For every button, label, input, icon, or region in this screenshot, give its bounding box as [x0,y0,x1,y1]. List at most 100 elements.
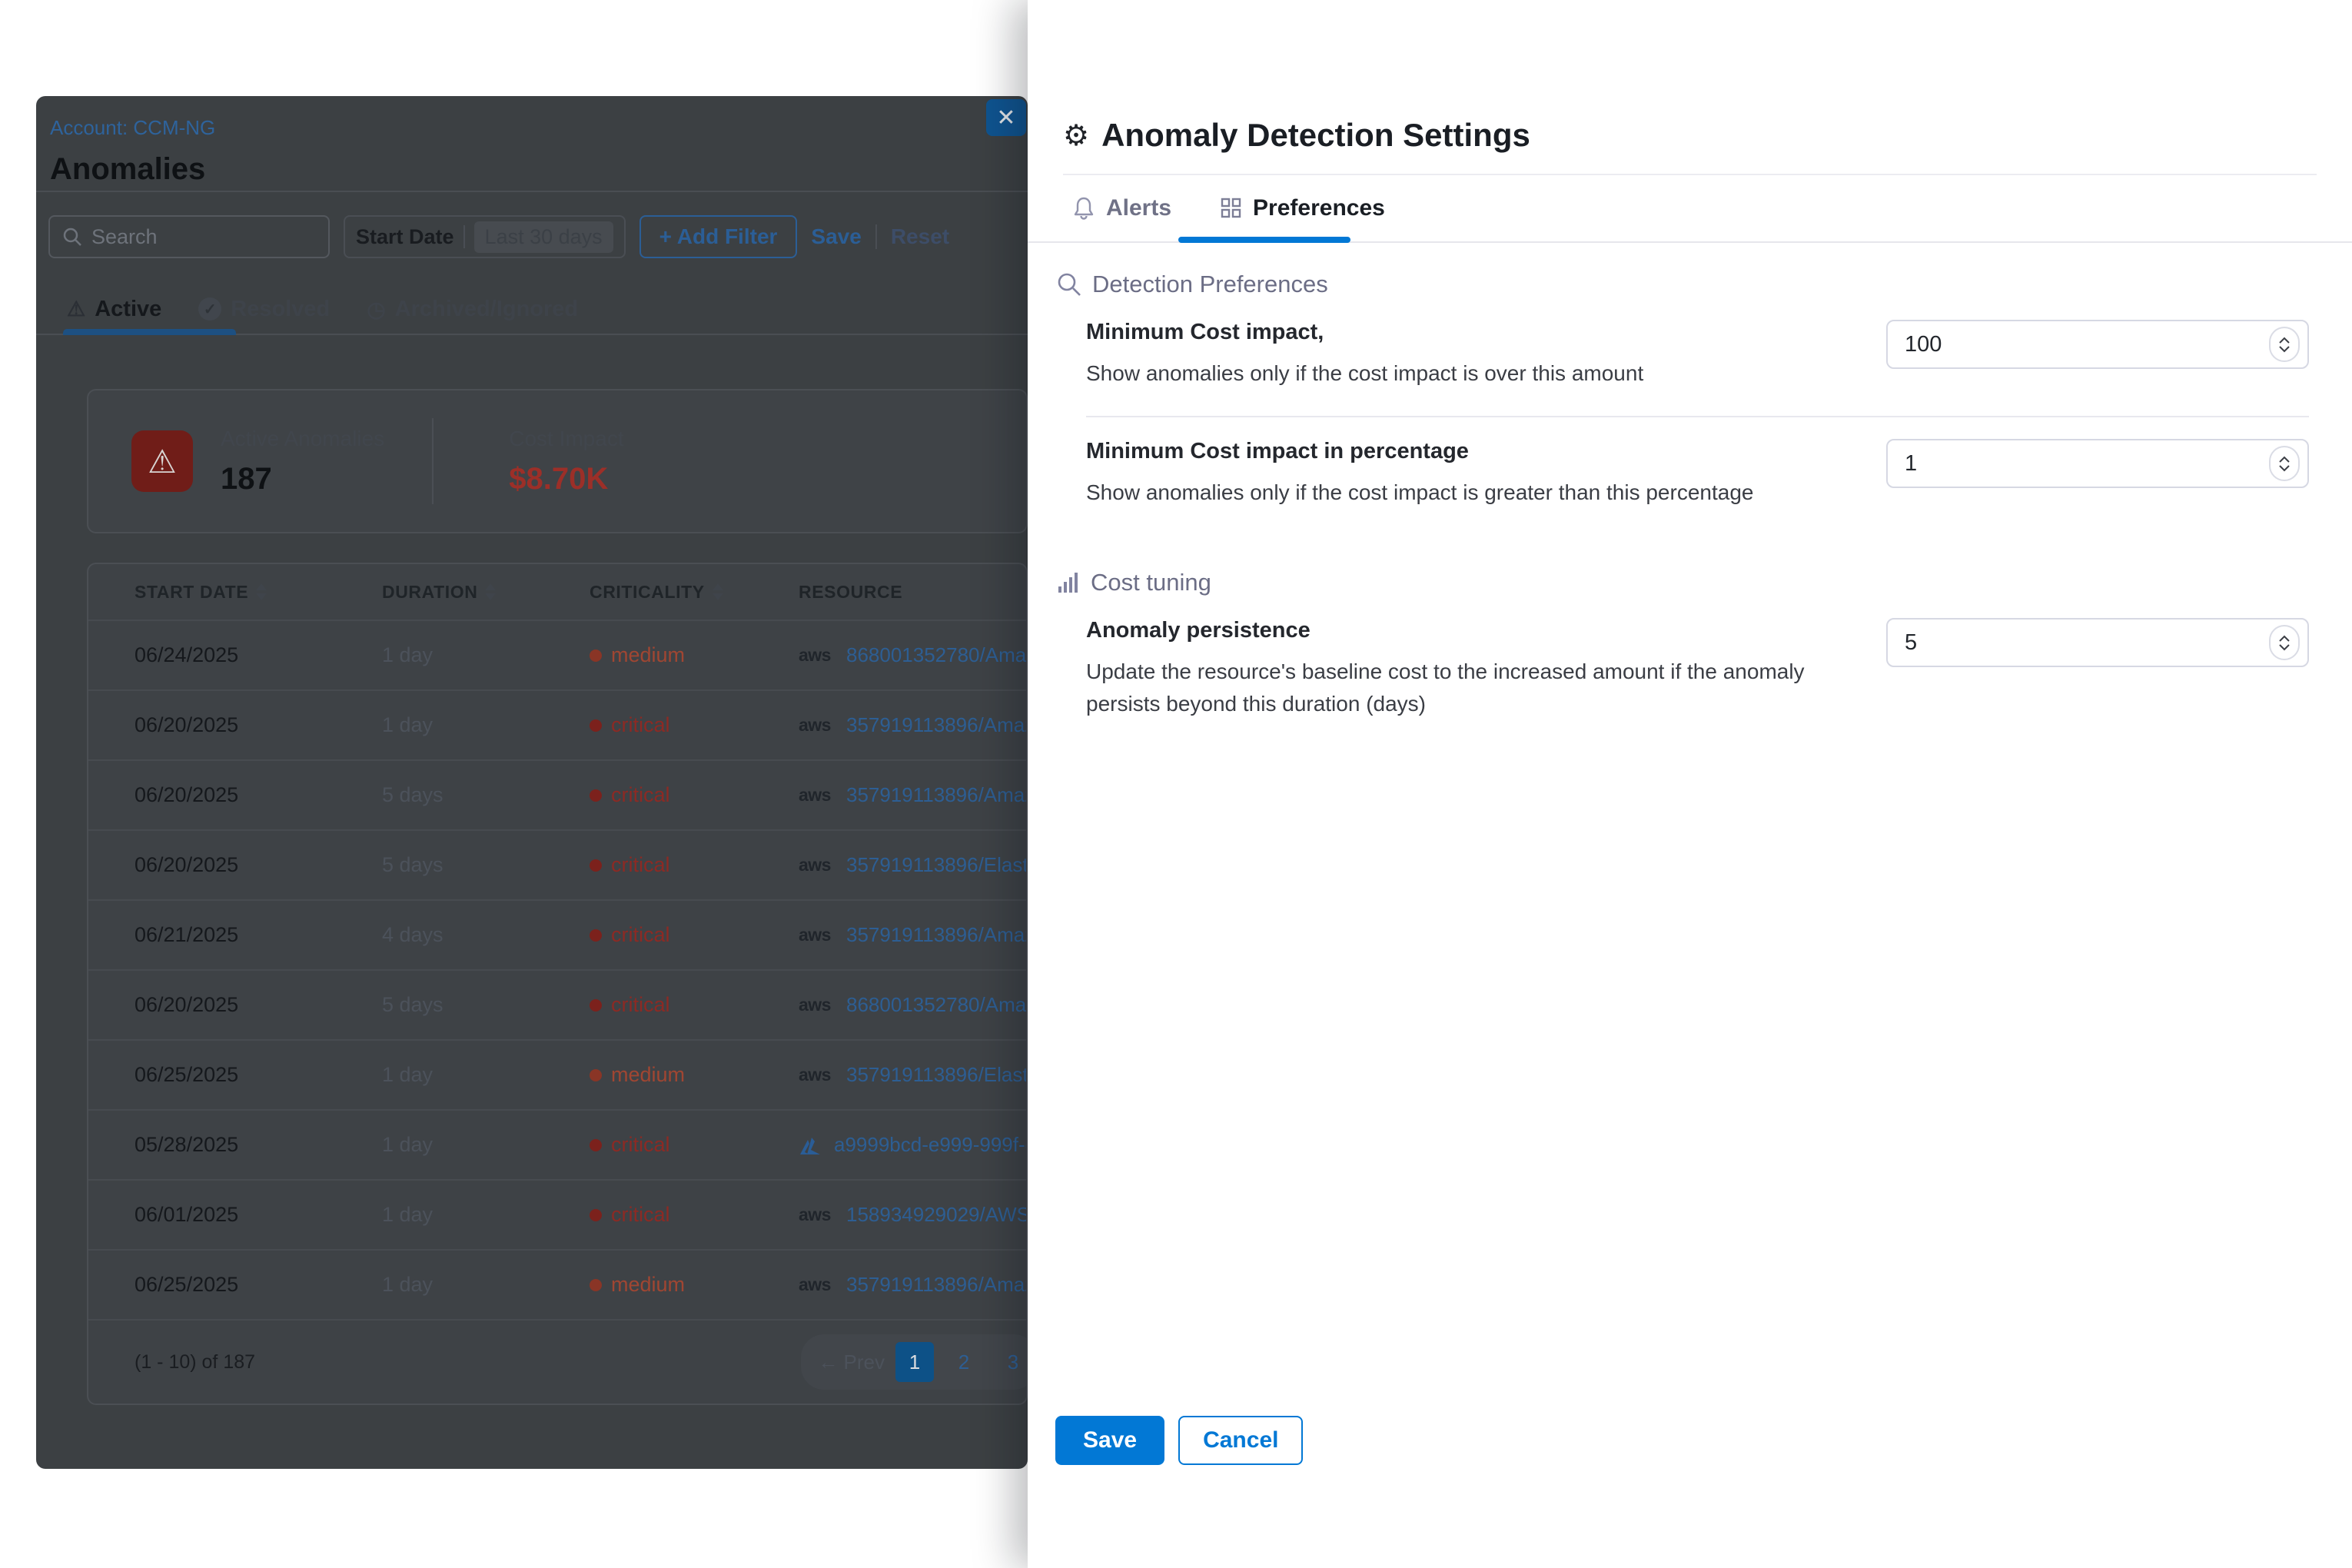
alert-tile-icon: ⚠ [131,430,193,492]
table-row[interactable]: 06/20/2025 5 days critical aws 357919113… [88,829,1026,899]
number-field[interactable] [1888,440,2307,487]
azure-icon [799,1134,822,1157]
settings-tabs: Alerts Preferences [1028,175,2352,243]
cell-start-date: 06/25/2025 [135,1063,382,1087]
setting-description: Update the resource's baseline cost to t… [1086,656,1839,720]
table-row[interactable]: 06/20/2025 5 days critical aws 357919113… [88,759,1026,829]
resource-link[interactable]: 357919113896/Amazon [846,713,1026,737]
setting-label: Minimum Cost impact in percentage [1086,439,1753,464]
criticality-dot [590,1209,602,1221]
number-field[interactable] [1888,620,2307,666]
search-input[interactable] [91,225,316,249]
sort-icon[interactable] [713,583,723,600]
cell-duration: 1 day [382,1203,590,1227]
resource-link[interactable]: a9999bcd-e999-999f-g [834,1133,1026,1157]
add-filter-button[interactable]: + Add Filter [639,215,798,258]
aws-icon: aws [799,715,831,736]
min-cost-impact-percentage-input[interactable] [1886,439,2309,488]
save-button[interactable]: Save [1055,1416,1164,1465]
tab-resolved[interactable]: ✓ Resolved [198,297,330,322]
search-box[interactable] [48,215,330,258]
resource-link[interactable]: 357919113896/Amazon [846,783,1026,807]
active-anomalies-count: 187 [221,462,384,497]
bar-chart-icon [1057,571,1080,594]
number-field[interactable] [1888,321,2307,367]
aws-icon: aws [799,855,831,875]
aws-icon: aws [799,645,831,666]
page-button-3[interactable]: 3 [994,1342,1028,1382]
filter-bar: Start Date Last 30 days + Add Filter Sav… [36,192,1028,278]
sort-icon[interactable] [485,583,496,600]
summary-card: ⚠ Active Anomalies 187 Cost Impact $8.70… [87,389,1028,533]
stepper-control[interactable] [2269,327,2300,362]
column-start-date[interactable]: START DATE [135,582,382,603]
criticality-label: critical [611,1203,670,1227]
page-button-1[interactable]: 1 [895,1342,934,1382]
criticality-label: medium [611,1273,685,1297]
tab-alerts[interactable]: Alerts [1072,195,1171,221]
table-row[interactable]: 06/20/2025 5 days critical aws 868001352… [88,969,1026,1039]
criticality-dot [590,649,602,662]
tab-preferences[interactable]: Preferences [1221,195,1385,221]
cell-resource: aws 158934929029/AWS Co [799,1203,1026,1227]
cost-impact-label: Cost Impact [509,427,623,451]
table-row[interactable]: 06/25/2025 1 day medium aws 357919113896… [88,1249,1026,1319]
divider [432,418,434,504]
resource-link[interactable]: 357919113896/Elastic L [846,853,1026,877]
resource-link[interactable]: 868001352780/Amazon [846,643,1026,667]
cell-start-date: 06/20/2025 [135,783,382,807]
table-row[interactable]: 06/21/2025 4 days critical aws 357919113… [88,899,1026,969]
cell-resource: aws 357919113896/Elastic Lo [799,1063,1026,1087]
column-resource: RESOURCE [799,582,1026,603]
start-date-filter[interactable]: Start Date Last 30 days [344,215,626,258]
anomaly-persistence-input[interactable] [1886,618,2309,667]
tab-label: Active [95,297,161,322]
table-row[interactable]: 05/28/2025 1 day critical a9999bcd-e999-… [88,1109,1026,1179]
section-cost-tuning: Cost tuning [1057,569,2309,596]
cell-duration: 1 day [382,643,590,667]
criticality-dot [590,1279,602,1291]
tab-archived-ignored[interactable]: ◷ Archived/Ignored [367,297,578,322]
prev-page-button[interactable]: ← Prev [818,1350,885,1374]
stepper-control[interactable] [2269,446,2300,481]
account-breadcrumb[interactable]: Account: CCM-NG [50,116,1028,140]
clock-icon: ◷ [367,297,385,322]
cell-criticality: critical [590,713,799,737]
stepper-control[interactable] [2269,625,2300,660]
column-label: RESOURCE [799,582,902,603]
resource-link[interactable]: 357919113896/Amazon [846,923,1026,947]
close-icon[interactable]: ✕ [986,99,1026,136]
drawer-footer: Save Cancel [1055,1416,1303,1465]
tab-active[interactable]: ⚠ Active [67,297,161,322]
modal-header: Account: CCM-NG Anomalies [36,96,1028,192]
page-button-2[interactable]: 2 [945,1342,983,1382]
cell-resource: aws 357919113896/Elastic L [799,853,1026,877]
setting-label: Minimum Cost impact, [1086,320,1643,345]
cell-criticality: critical [590,1133,799,1157]
cell-start-date: 06/21/2025 [135,923,382,947]
criticality-dot [590,719,602,732]
resource-link[interactable]: 158934929029/AWS Co [846,1203,1026,1227]
active-anomalies-label: Active Anomalies [221,427,384,451]
column-duration[interactable]: DURATION [382,582,590,603]
start-date-value[interactable]: Last 30 days [474,221,613,253]
cancel-button[interactable]: Cancel [1178,1416,1303,1465]
table-row[interactable]: 06/20/2025 1 day critical aws 3579191138… [88,689,1026,759]
table-row[interactable]: 06/25/2025 1 day medium aws 357919113896… [88,1039,1026,1109]
drawer-header: ⚙ Anomaly Detection Settings [1028,0,2352,175]
reset-filter-button[interactable]: Reset [891,224,949,249]
table-row[interactable]: 06/01/2025 1 day critical aws 1589349290… [88,1179,1026,1249]
cell-resource: aws 357919113896/Amazon [799,713,1026,737]
aws-icon: aws [799,1065,831,1085]
resource-link[interactable]: 357919113896/Amazon [846,1273,1026,1297]
table-row[interactable]: 06/24/2025 1 day medium aws 868001352780… [88,620,1026,689]
save-filter-button[interactable]: Save [811,224,861,249]
cell-resource: aws 868001352780/Amazon [799,993,1026,1017]
min-cost-impact-input[interactable] [1886,320,2309,369]
resource-link[interactable]: 868001352780/Amazon [846,993,1026,1017]
sort-icon[interactable] [256,583,267,600]
anomalies-table: START DATE DURATION CRITICALITY RESOURCE… [87,563,1028,1405]
column-criticality[interactable]: CRITICALITY [590,582,799,603]
resource-link[interactable]: 357919113896/Elastic Lo [846,1063,1026,1087]
cell-duration: 5 days [382,783,590,807]
